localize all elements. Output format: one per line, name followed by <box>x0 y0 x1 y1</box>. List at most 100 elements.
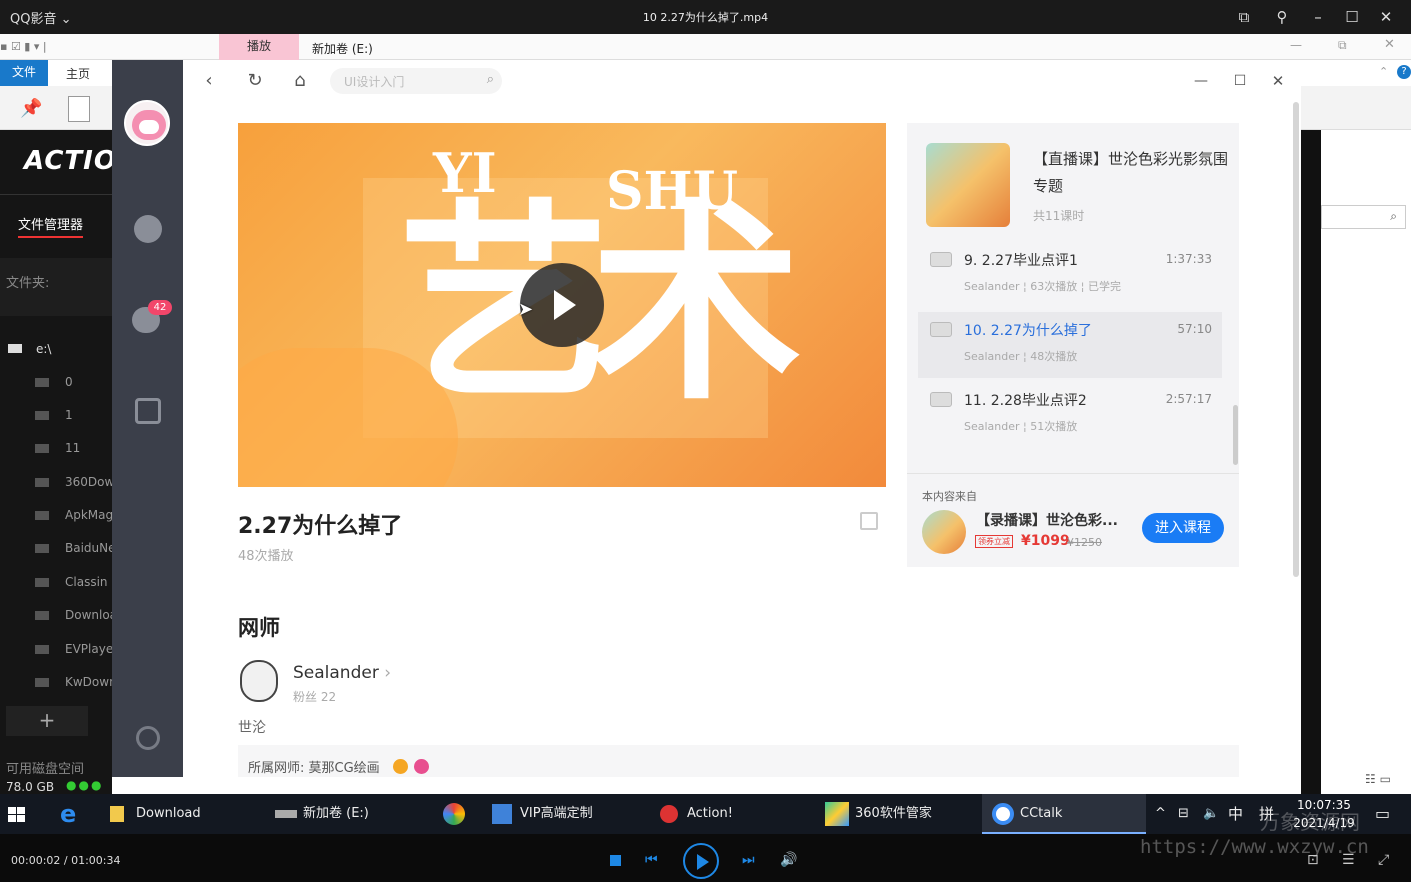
from-course-title[interactable]: 【录播课】世沦色彩... <box>976 510 1136 530</box>
page-scrollbar[interactable] <box>1293 102 1299 577</box>
mini-mode-icon[interactable]: ⧉ <box>1233 6 1255 28</box>
avatar[interactable] <box>124 100 170 146</box>
folder-item[interactable]: Classin <box>35 575 112 589</box>
folder-icon <box>35 678 49 687</box>
explorer-min-button[interactable]: — <box>1290 38 1302 52</box>
add-folder-button[interactable]: + <box>6 706 88 736</box>
nav-file-manager[interactable]: 文件管理器 <box>18 214 84 238</box>
start-button[interactable] <box>8 794 28 834</box>
vip-icon <box>414 759 429 774</box>
taskbar-item-vip[interactable]: VIP高端定制 <box>492 794 642 834</box>
taskbar-item-360[interactable]: 360软件管家 <box>825 794 975 834</box>
verified-icon <box>393 759 408 774</box>
view-toggle-icons[interactable]: ☷ ▭ <box>1365 772 1391 786</box>
enter-course-button[interactable]: 进入课程 <box>1142 513 1224 543</box>
tab-play[interactable]: 播放 <box>219 34 299 60</box>
search-input[interactable]: UI设计入门 ⌕ <box>330 68 502 94</box>
folder-item-label: 1 <box>65 408 73 422</box>
cc-minimize-button[interactable]: — <box>1190 70 1212 92</box>
explorer-search-box[interactable]: ⌕ <box>1321 205 1406 229</box>
folder-item[interactable]: Downloa <box>35 608 112 622</box>
taskbar-item-action[interactable]: Action! <box>660 794 810 834</box>
close-button[interactable]: ✕ <box>1375 6 1397 28</box>
edge-icon[interactable]: e <box>60 794 76 834</box>
teacher-name-link[interactable]: Sealander › <box>293 663 391 683</box>
share-icon[interactable] <box>860 512 878 530</box>
maximize-button[interactable]: ☐ <box>1341 6 1363 28</box>
course-thumbnail[interactable] <box>926 143 1010 227</box>
folder-item[interactable]: ApkMag <box>35 508 112 522</box>
explorer-ribbon-right: ⌃ ? <box>1301 60 1411 86</box>
lesson-duration: 57:10 <box>1177 322 1212 336</box>
lesson-list-scrollbar[interactable] <box>1233 405 1238 465</box>
teacher-avatar[interactable] <box>240 660 278 702</box>
video-cover[interactable]: YI SHU 艺术 ➤ <box>238 123 886 487</box>
lesson-item[interactable]: 9. 2.27毕业点评1 1:37:33 Sealander ¦ 63次播放 ¦… <box>918 242 1222 308</box>
ribbon-tab-file[interactable]: 文件 <box>0 60 48 86</box>
folder-item[interactable]: 0 <box>35 375 112 389</box>
minimize-button[interactable]: – <box>1307 6 1329 28</box>
coupon-tag: 领券立减 <box>975 535 1013 548</box>
fullscreen-icon[interactable]: ⤢ <box>1378 852 1389 868</box>
folder-icon <box>35 511 49 520</box>
action-app-icon <box>660 804 678 823</box>
cc-close-button[interactable]: ✕ <box>1267 70 1289 92</box>
tray-overflow-icon[interactable]: ^ <box>1155 794 1166 834</box>
from-course-thumbnail[interactable] <box>922 510 966 554</box>
cc-maximize-button[interactable]: ☐ <box>1229 70 1251 92</box>
explorer-close-button[interactable]: ✕ <box>1384 37 1395 52</box>
explorer-restore-button[interactable]: ⧉ <box>1338 38 1347 53</box>
copy-icon[interactable] <box>68 96 90 122</box>
divider <box>907 473 1239 474</box>
folder-item[interactable]: KwDown <box>35 675 112 689</box>
owner-label[interactable]: 所属网师: 莫那CG绘画 <box>248 757 380 776</box>
folder-item[interactable]: BaiduNe <box>35 541 112 555</box>
folder-root[interactable]: e:\ <box>8 342 51 356</box>
ribbon-tab-home[interactable]: 主页 <box>66 65 90 82</box>
taskbar-item-download[interactable]: Download <box>110 794 260 834</box>
app-icon <box>825 801 849 826</box>
pin-to-quick-access-icon[interactable]: 📌 <box>20 98 42 119</box>
ribbon-collapse-icon[interactable]: ⌃ <box>1379 65 1388 78</box>
volume-icon[interactable]: 🔊 <box>780 852 797 868</box>
folder-item-label: KwDown <box>65 675 112 689</box>
stop-icon[interactable] <box>610 855 621 866</box>
taskbar-label: Download <box>136 806 201 821</box>
refresh-icon[interactable]: ↻ <box>244 70 266 92</box>
previous-icon[interactable]: ⏮ <box>645 852 658 868</box>
notification-icon[interactable]: ▭ <box>1375 794 1390 834</box>
lesson-author: Sealander <box>964 420 1020 433</box>
folder-item[interactable]: EVPlayer <box>35 642 112 656</box>
calendar-icon[interactable] <box>135 398 161 424</box>
course-title[interactable]: 【直播课】世沦色彩光影氛围专题 <box>1033 146 1228 200</box>
help-icon[interactable]: ? <box>1397 65 1411 79</box>
taskbar-item-cctalk[interactable]: CCtalk <box>982 794 1146 834</box>
chrome-icon[interactable] <box>443 803 465 825</box>
lesson-meta: Sealander ¦ 63次播放 ¦ 已学完 <box>964 280 1121 293</box>
play-pause-button[interactable] <box>683 843 719 879</box>
volume-muted-icon[interactable]: 🔈 <box>1203 794 1219 834</box>
settings-gear-icon[interactable] <box>136 726 160 750</box>
folder-item[interactable]: 360Down <box>35 475 112 489</box>
quick-access-icons[interactable]: ▪ ☑ ▮ ▾ | <box>0 40 47 53</box>
planet-icon[interactable] <box>134 215 162 243</box>
search-icon: ⌕ <box>486 72 494 87</box>
next-icon[interactable]: ⏭ <box>742 852 755 868</box>
lesson-item[interactable]: 11. 2.28毕业点评2 2:57:17 Sealander ¦ 51次播放 <box>918 382 1222 448</box>
back-icon[interactable]: ‹ <box>198 70 220 92</box>
watermark-cn: 万象资源网 <box>1260 810 1360 834</box>
windows-logo-icon <box>17 815 25 822</box>
lesson-item-selected[interactable]: 10. 2.27为什么掉了 57:10 Sealander ¦ 48次播放 <box>918 312 1222 378</box>
lesson-author: Sealander <box>964 350 1020 363</box>
folder-item-label: EVPlayer <box>65 642 112 656</box>
playback-time: 00:00:02 / 01:00:34 <box>11 854 121 867</box>
folder-icon <box>110 805 124 822</box>
folder-item[interactable]: 11 <box>35 441 112 455</box>
folder-item[interactable]: 1 <box>35 408 112 422</box>
pin-icon[interactable]: ⚲ <box>1271 6 1293 28</box>
taskbar-item-drive[interactable]: 新加卷 (E:) <box>275 794 425 834</box>
folder-icon <box>35 478 49 487</box>
network-icon[interactable]: ⊟ <box>1178 794 1189 834</box>
ime-indicator[interactable]: 中 <box>1228 794 1243 834</box>
home-icon[interactable]: ⌂ <box>289 70 311 92</box>
